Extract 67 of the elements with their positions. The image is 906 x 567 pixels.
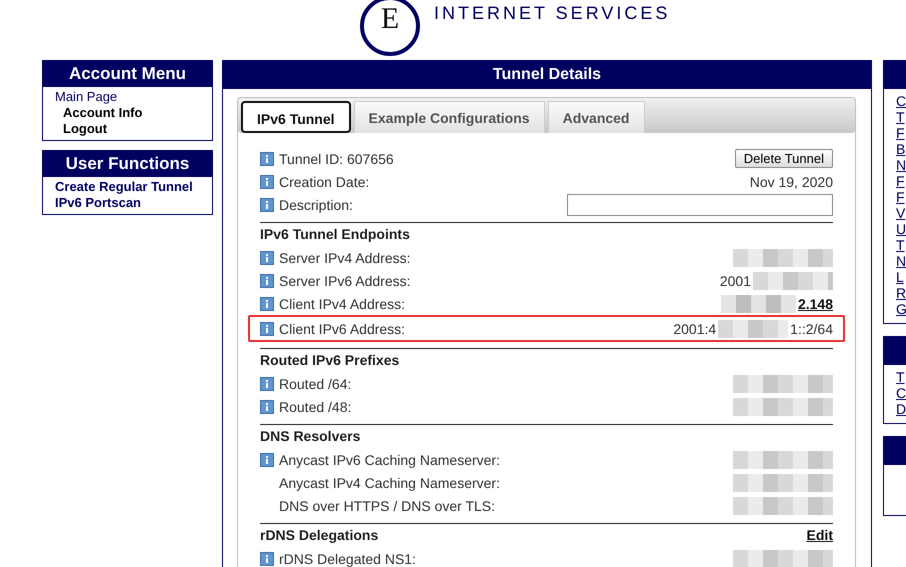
side-link[interactable]: D xyxy=(896,401,906,417)
side-link[interactable]: T xyxy=(896,369,906,385)
field-label: rDNS Delegated NS1: xyxy=(279,550,416,566)
info-icon[interactable] xyxy=(260,274,274,288)
info-icon[interactable] xyxy=(260,198,274,212)
field-label: Server IPv4 Address: xyxy=(279,250,411,266)
menu-link[interactable]: Main Page xyxy=(55,89,212,105)
panel-title: Tunnel Details xyxy=(223,61,871,89)
side-link[interactable]: R xyxy=(896,285,906,301)
field-label: Client IPv6 Address: xyxy=(279,320,406,336)
info-icon[interactable] xyxy=(260,322,274,336)
edit-link[interactable]: Edit xyxy=(806,527,833,543)
logo-text: INTERNET SERVICES xyxy=(434,4,670,22)
field-value: 1::2/64 xyxy=(790,320,833,336)
info-icon[interactable] xyxy=(260,174,274,188)
menu-link[interactable]: Account Info xyxy=(55,105,212,121)
menu-link[interactable]: Create Regular Tunnel xyxy=(55,179,212,195)
side-link[interactable]: N xyxy=(896,253,906,269)
side-link[interactable]: V xyxy=(896,205,906,221)
field-label: Creation Date: xyxy=(279,174,370,190)
info-icon[interactable] xyxy=(260,296,274,310)
redaction-mosaic xyxy=(718,320,788,338)
side-link[interactable]: G xyxy=(896,301,906,317)
side-link[interactable]: U xyxy=(896,221,906,237)
field-label: Routed /48: xyxy=(279,398,352,414)
field-label: Anycast IPv6 Caching Nameserver: xyxy=(279,452,500,468)
side-link[interactable]: C xyxy=(896,93,906,109)
delete-tunnel-button[interactable]: Delete Tunnel xyxy=(734,149,833,168)
field-label: Description: xyxy=(279,196,353,212)
field-label: Anycast IPv4 Caching Nameserver: xyxy=(279,474,500,490)
side-link[interactable]: F xyxy=(896,173,906,189)
info-icon[interactable] xyxy=(260,152,274,166)
info-icon[interactable] xyxy=(260,400,274,414)
section-title: IPv6 Tunnel Endpoints xyxy=(260,226,410,242)
field-label: Client IPv4 Address: xyxy=(279,296,406,312)
side-link[interactable]: N xyxy=(896,157,906,173)
field-label: DNS over HTTPS / DNS over TLS: xyxy=(279,498,496,514)
field-value: Nov 19, 2020 xyxy=(750,174,833,190)
menu-link[interactable]: IPv6 Portscan xyxy=(55,195,212,211)
menu-link[interactable]: Logout xyxy=(55,121,212,137)
panel-title: Account Menu xyxy=(43,61,212,87)
side-link[interactable]: F xyxy=(896,125,906,141)
field-label: Server IPv6 Address: xyxy=(279,272,411,288)
tab[interactable]: Example Configurations xyxy=(354,101,545,133)
tab[interactable]: IPv6 Tunnel xyxy=(241,101,351,133)
description-field[interactable] xyxy=(567,194,833,216)
info-icon[interactable] xyxy=(260,250,274,264)
field-value: 2001:4 xyxy=(673,320,716,336)
info-icon[interactable] xyxy=(260,376,274,390)
side-link[interactable]: L xyxy=(896,269,906,285)
field-label: Routed /64: xyxy=(279,376,352,392)
panel-title: User Functions xyxy=(43,151,212,177)
side-link[interactable]: T xyxy=(896,237,906,253)
field-label: Tunnel ID: 607656 xyxy=(279,150,394,166)
side-link[interactable]: T xyxy=(896,109,906,125)
side-link[interactable]: B xyxy=(896,141,906,157)
section-title: DNS Resolvers xyxy=(260,428,360,444)
side-link[interactable]: F xyxy=(896,189,906,205)
info-icon[interactable] xyxy=(260,552,274,566)
logo-emblem: E xyxy=(360,0,420,56)
field-value: 2001 xyxy=(720,272,751,288)
side-link[interactable]: C xyxy=(896,385,906,401)
address-link[interactable]: 2.148 xyxy=(798,296,833,312)
section-title: rDNS Delegations xyxy=(260,527,378,543)
tab[interactable]: Advanced xyxy=(548,101,644,133)
info-icon[interactable] xyxy=(260,452,274,466)
section-title: Routed IPv6 Prefixes xyxy=(260,352,400,368)
